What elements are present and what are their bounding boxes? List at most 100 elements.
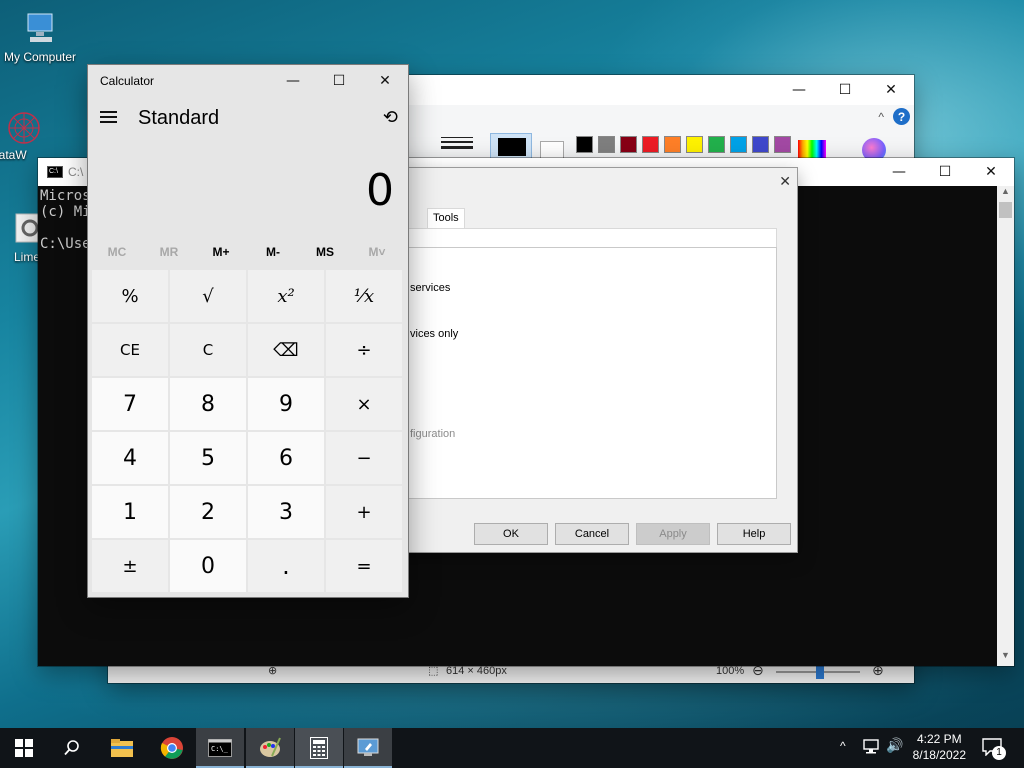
- clear-entry-button[interactable]: CE: [92, 324, 168, 376]
- memory-add-button[interactable]: M+: [195, 245, 247, 259]
- memory-list-button[interactable]: M˅: [351, 245, 403, 259]
- help-button[interactable]: Help: [717, 523, 791, 545]
- scroll-up-icon[interactable]: ▲: [997, 186, 1014, 202]
- scroll-down-icon[interactable]: ▼: [997, 650, 1014, 666]
- negate-button[interactable]: ±: [92, 540, 168, 592]
- system-config-icon: [357, 738, 379, 756]
- apply-button[interactable]: Apply: [636, 523, 710, 545]
- memory-clear-button[interactable]: MC: [91, 245, 143, 259]
- folder-icon: [111, 739, 133, 757]
- tab-tools[interactable]: Tools: [427, 208, 465, 228]
- taskbar-chrome[interactable]: [148, 728, 196, 768]
- reciprocal-button[interactable]: ¹⁄x: [326, 270, 402, 322]
- minimize-icon[interactable]: —: [270, 65, 316, 97]
- percent-button[interactable]: %: [92, 270, 168, 322]
- palette-swatch[interactable]: [664, 136, 681, 153]
- digit-6-button[interactable]: 6: [248, 432, 324, 484]
- option-text: figuration: [410, 428, 456, 440]
- memory-recall-button[interactable]: MR: [143, 245, 195, 259]
- add-button[interactable]: +: [326, 486, 402, 538]
- computer-icon: [22, 10, 58, 46]
- close-icon[interactable]: ✕: [868, 75, 914, 105]
- console-scrollbar[interactable]: ▲ ▼: [997, 186, 1014, 666]
- digit-9-button[interactable]: 9: [248, 378, 324, 430]
- console-line: (c) Mi: [40, 204, 91, 220]
- calculator-window[interactable]: Calculator — ☐ ✕ Standard ⟲ 0 MC MR M+ M…: [88, 65, 408, 597]
- clock-date: 8/18/2022: [912, 748, 966, 762]
- divide-button[interactable]: ÷: [326, 324, 402, 376]
- scroll-thumb[interactable]: [999, 202, 1012, 218]
- command-prompt-icon: C:\_: [208, 739, 232, 757]
- cancel-button[interactable]: Cancel: [555, 523, 629, 545]
- palette-swatch[interactable]: [576, 136, 593, 153]
- close-icon[interactable]: ✕: [968, 158, 1014, 186]
- minimize-icon[interactable]: —: [876, 158, 922, 186]
- option-text: vices only: [410, 328, 459, 340]
- line-size-icon[interactable]: [441, 137, 473, 149]
- digit-0-button[interactable]: 0: [170, 540, 246, 592]
- network-icon[interactable]: [862, 739, 880, 760]
- console-title: C:\: [68, 165, 84, 179]
- desktop-icon-dataw[interactable]: DataW: [0, 108, 46, 162]
- console-icon: C:\: [47, 166, 63, 178]
- digit-8-button[interactable]: 8: [170, 378, 246, 430]
- dialog-inner-box: services vices only figuration: [401, 247, 777, 499]
- desktop-icon-label: My Computer: [3, 50, 77, 64]
- help-icon[interactable]: ?: [893, 108, 910, 125]
- multiply-button[interactable]: ×: [326, 378, 402, 430]
- ok-button[interactable]: OK: [474, 523, 548, 545]
- desktop-icon-my-computer[interactable]: My Computer: [0, 10, 80, 64]
- option-text: services: [410, 282, 451, 294]
- close-icon[interactable]: ✕: [362, 65, 408, 97]
- taskbar-paint[interactable]: [246, 728, 294, 768]
- taskbar-command-prompt[interactable]: C:\_: [196, 728, 244, 768]
- equals-button[interactable]: =: [326, 540, 402, 592]
- show-hidden-icons-icon[interactable]: ^: [840, 739, 846, 753]
- digit-5-button[interactable]: 5: [170, 432, 246, 484]
- taskbar-file-explorer[interactable]: [98, 728, 146, 768]
- digit-2-button[interactable]: 2: [170, 486, 246, 538]
- collapse-ribbon-icon[interactable]: ^: [878, 110, 884, 124]
- digit-4-button[interactable]: 4: [92, 432, 168, 484]
- palette-swatch[interactable]: [642, 136, 659, 153]
- palette-swatch[interactable]: [686, 136, 703, 153]
- history-icon[interactable]: ⟲: [383, 107, 398, 128]
- hamburger-menu-icon[interactable]: [100, 111, 117, 123]
- square-button[interactable]: x²: [248, 270, 324, 322]
- palette-swatch[interactable]: [774, 136, 791, 153]
- memory-store-button[interactable]: MS: [299, 245, 351, 259]
- decimal-button[interactable]: .: [248, 540, 324, 592]
- maximize-icon[interactable]: ☐: [316, 65, 362, 97]
- palette-swatch[interactable]: [620, 136, 637, 153]
- color1-button[interactable]: [490, 133, 532, 161]
- console-line: C:\Use: [40, 236, 91, 252]
- notification-count-badge: 1: [992, 746, 1006, 760]
- search-button[interactable]: [48, 728, 96, 768]
- maximize-icon[interactable]: ☐: [822, 75, 868, 105]
- digit-1-button[interactable]: 1: [92, 486, 168, 538]
- search-icon: [64, 740, 79, 756]
- minimize-icon[interactable]: —: [776, 75, 822, 105]
- digit-7-button[interactable]: 7: [92, 378, 168, 430]
- close-icon[interactable]: ✕: [779, 174, 791, 190]
- system-clock[interactable]: 4:22 PM 8/18/2022: [913, 731, 966, 763]
- notification-center-button[interactable]: 1: [982, 738, 1006, 760]
- taskbar-system-config[interactable]: [344, 728, 392, 768]
- clear-button[interactable]: C: [170, 324, 246, 376]
- taskbar-calculator[interactable]: [295, 728, 343, 768]
- palette-swatch[interactable]: [708, 136, 725, 153]
- system-config-dialog[interactable]: ✕ up Tools services vices only figuratio…: [375, 168, 797, 552]
- memory-subtract-button[interactable]: M-: [247, 245, 299, 259]
- windows-logo-icon: [15, 739, 33, 757]
- subtract-button[interactable]: −: [326, 432, 402, 484]
- palette-swatch[interactable]: [598, 136, 615, 153]
- palette-swatch[interactable]: [730, 136, 747, 153]
- backspace-button[interactable]: ⌫: [248, 324, 324, 376]
- square-root-button[interactable]: √: [170, 270, 246, 322]
- zoom-slider[interactable]: [776, 665, 860, 679]
- volume-icon[interactable]: 🔊: [886, 738, 903, 754]
- palette-swatch[interactable]: [752, 136, 769, 153]
- maximize-icon[interactable]: ☐: [922, 158, 968, 186]
- start-button[interactable]: [0, 728, 48, 768]
- digit-3-button[interactable]: 3: [248, 486, 324, 538]
